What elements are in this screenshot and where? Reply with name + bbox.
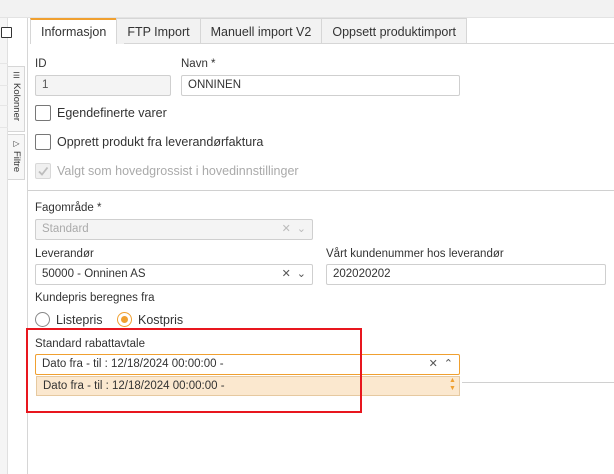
main-wholesaler-label: Valgt som hovedgrossist i hovedinnstilli… <box>57 164 299 178</box>
tab-informasjon[interactable]: Informasjon <box>30 18 118 44</box>
main-wholesaler-checkbox <box>35 163 51 179</box>
tab-manuell-import[interactable]: Manuell import V2 <box>199 18 323 44</box>
price-basis-label: Kundepris beregnes fra <box>35 292 155 304</box>
field-select: Standard ✕ ⌄ <box>35 219 313 240</box>
field-label: Fagområde * <box>35 202 102 214</box>
clear-icon[interactable]: ✕ <box>282 265 291 284</box>
tab-oppsett-produktimport[interactable]: Oppsett produktimport <box>321 18 468 44</box>
supplier-select[interactable]: 50000 - Onninen AS ✕ ⌄ <box>35 264 313 285</box>
square-icon[interactable] <box>1 27 12 38</box>
top-bar <box>0 0 614 18</box>
section-divider <box>28 190 614 191</box>
customer-number-input[interactable]: 202020202 <box>326 264 606 285</box>
name-input[interactable]: ONNINEN <box>181 75 460 96</box>
supplier-label: Leverandør <box>35 248 94 260</box>
id-field: 1 <box>35 75 171 96</box>
cost-price-label: Kostpris <box>138 313 184 327</box>
cost-price-radio[interactable] <box>117 312 132 327</box>
filter-icon: ▷ <box>12 139 21 148</box>
columns-side-tab[interactable]: ☰ Kolonner <box>8 66 25 132</box>
filter-side-tab[interactable]: ▷ Filtre <box>8 134 25 180</box>
custom-items-checkbox[interactable] <box>35 105 51 121</box>
chevron-up-icon[interactable]: ⌃ <box>444 355 453 374</box>
tab-bar: Informasjon FTP Import Manuell import V2… <box>30 18 468 44</box>
tab-underline <box>124 43 614 44</box>
section-divider-right <box>462 382 614 383</box>
name-label: Navn * <box>181 58 216 70</box>
id-label: ID <box>35 58 47 70</box>
create-product-label: Opprett produkt fra leverandørfaktura <box>57 135 264 149</box>
list-price-label: Listepris <box>56 313 103 327</box>
highlight-box <box>26 328 362 413</box>
scroll-arrows-icon[interactable]: ▲ ▼ <box>448 377 457 395</box>
custom-items-label: Egendefinerte varer <box>57 106 167 120</box>
field-select-value: Standard <box>42 223 89 235</box>
checkmark-icon <box>38 166 49 176</box>
columns-tab-label: Kolonner <box>11 83 22 122</box>
clear-icon: ✕ <box>281 223 291 235</box>
tab-ftp-import[interactable]: FTP Import <box>116 18 201 44</box>
columns-icon: ☰ <box>12 71 21 80</box>
clear-icon[interactable]: ✕ <box>429 355 438 374</box>
left-list-strip <box>0 18 8 474</box>
customer-number-label: Vårt kundenummer hos leverandør <box>326 248 504 260</box>
create-product-checkbox[interactable] <box>35 134 51 150</box>
list-price-radio[interactable] <box>35 312 50 327</box>
filter-tab-label: Filtre <box>11 151 22 173</box>
chevron-down-icon[interactable]: ⌄ <box>297 265 306 284</box>
chevron-down-icon: ⌄ <box>296 223 306 235</box>
supplier-select-value: 50000 - Onninen AS <box>42 268 146 280</box>
